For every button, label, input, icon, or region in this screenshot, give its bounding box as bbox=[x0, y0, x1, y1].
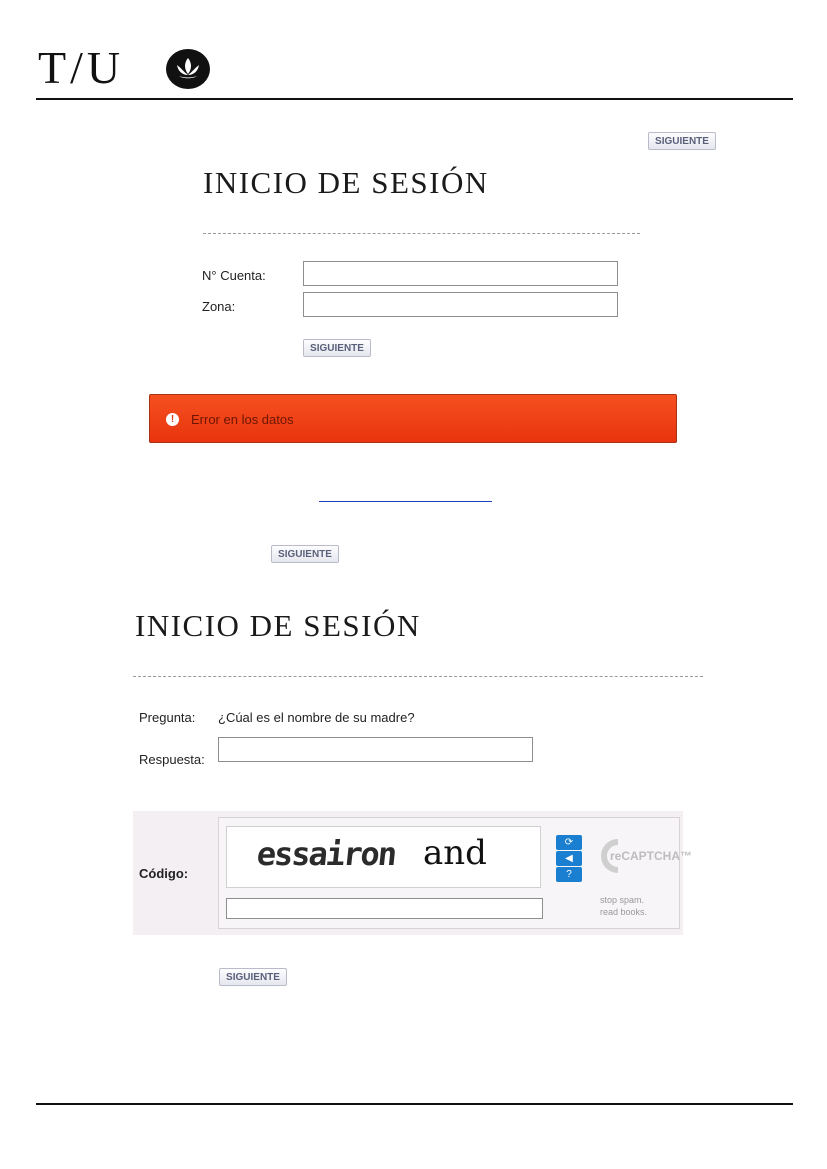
question-text: ¿Cúal es el nombre de su madre? bbox=[218, 710, 415, 725]
recaptcha-tagline-2: read books. bbox=[600, 907, 648, 917]
section1-siguiente-button[interactable]: SIGUIENTE bbox=[303, 339, 371, 357]
audio-icon[interactable]: ◀ bbox=[556, 851, 582, 866]
logo-text: T/U bbox=[38, 42, 125, 93]
recaptcha-logo-text: reCAPTCHA™ bbox=[610, 849, 693, 863]
zone-input[interactable] bbox=[303, 292, 618, 317]
middle-siguiente-button[interactable]: SIGUIENTE bbox=[271, 545, 339, 563]
answer-input[interactable] bbox=[218, 737, 533, 762]
top-siguiente-button[interactable]: SIGUIENTE bbox=[648, 132, 716, 150]
section1-title: INICIO DE SESIÓN bbox=[203, 165, 489, 200]
answer-label: Respuesta: bbox=[139, 752, 205, 767]
captcha-image: essairon and bbox=[226, 826, 541, 888]
captcha-input[interactable] bbox=[226, 898, 543, 919]
section2-title: INICIO DE SESIÓN bbox=[135, 608, 421, 643]
error-message: Error en los datos bbox=[191, 412, 294, 427]
account-input[interactable] bbox=[303, 261, 618, 286]
section2-divider bbox=[133, 676, 703, 677]
captcha-word-1: essairon bbox=[255, 835, 398, 873]
account-label: N° Cuenta: bbox=[202, 268, 266, 283]
link[interactable] bbox=[319, 487, 492, 502]
section1-divider bbox=[203, 233, 640, 234]
bottom-siguiente-button[interactable]: SIGUIENTE bbox=[219, 968, 287, 986]
help-icon[interactable]: ? bbox=[556, 867, 582, 882]
captcha-word-2: and bbox=[423, 833, 487, 873]
recaptcha-logo: reCAPTCHA™ bbox=[596, 834, 692, 878]
footer-divider bbox=[36, 1103, 793, 1105]
refresh-icon[interactable]: ⟳ bbox=[556, 835, 582, 850]
header-divider bbox=[36, 98, 793, 100]
zone-label: Zona: bbox=[202, 299, 236, 314]
alert-icon: ! bbox=[166, 413, 179, 426]
recaptcha-tagline-1: stop spam. bbox=[600, 895, 645, 905]
question-label: Pregunta: bbox=[139, 710, 196, 725]
lotus-logo-icon bbox=[165, 48, 211, 90]
captcha-label: Código: bbox=[139, 866, 189, 881]
error-banner: ! Error en los datos bbox=[149, 394, 677, 443]
